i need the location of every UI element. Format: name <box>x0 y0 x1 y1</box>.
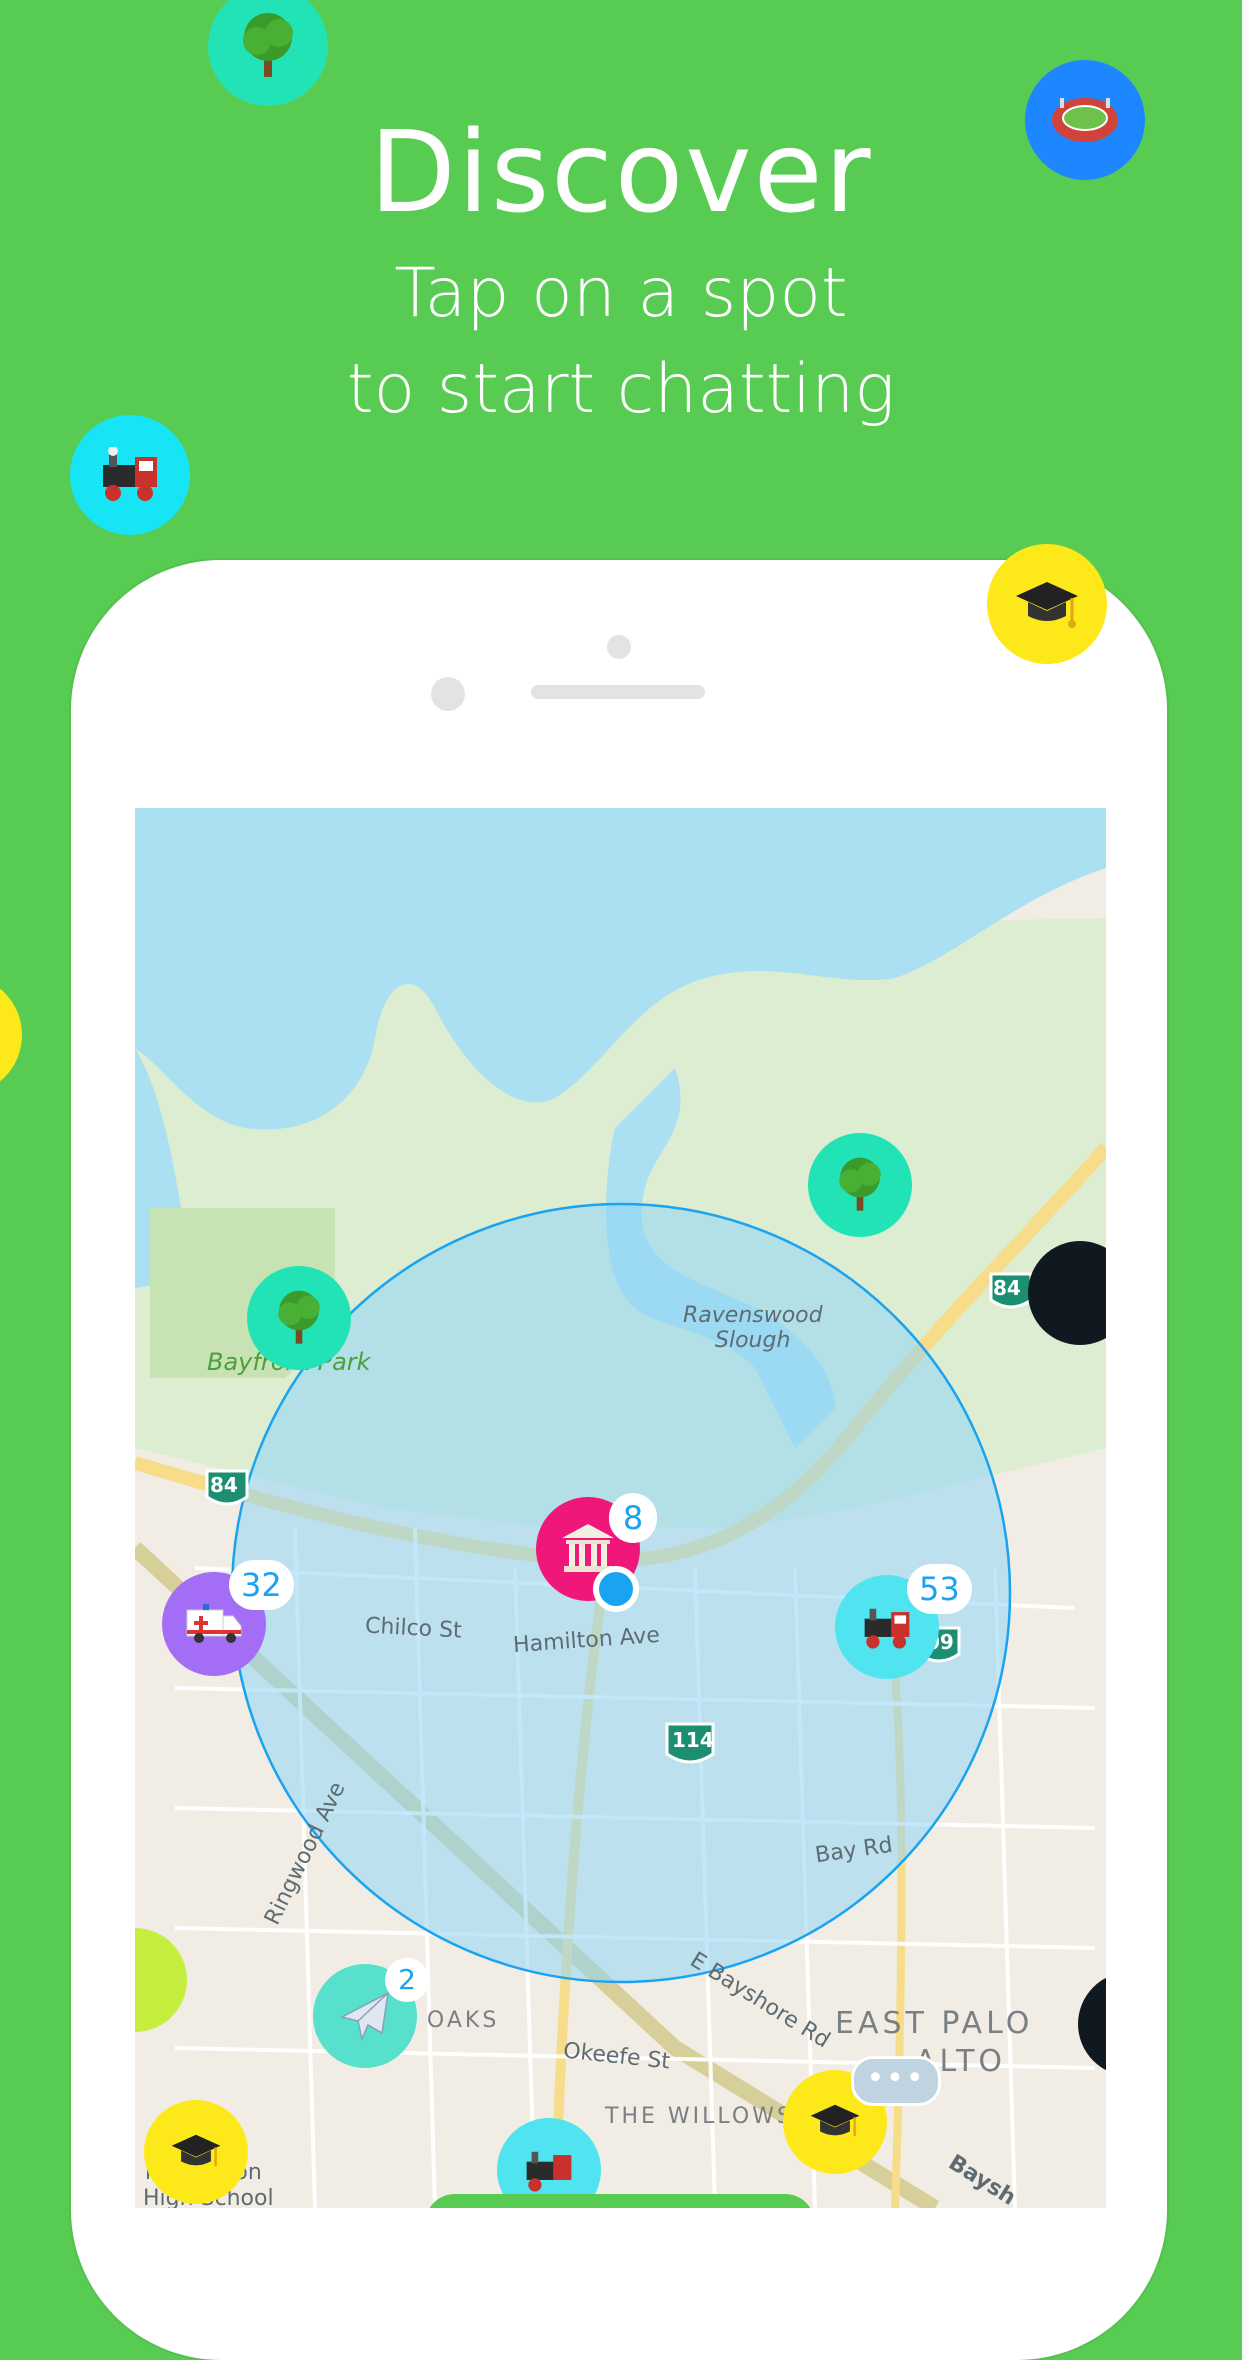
tree-icon <box>839 1157 881 1211</box>
school-spot-map-1[interactable] <box>144 2100 248 2204</box>
stadium-icon <box>1052 98 1118 142</box>
train-icon <box>864 1608 910 1649</box>
train-icon <box>103 447 157 501</box>
label-the-willows: THE WILLOWS <box>605 2104 794 2129</box>
graduation-cap-icon <box>810 2104 860 2137</box>
school-spot-phone-corner[interactable] <box>987 544 1107 664</box>
ambulance-icon <box>186 1604 242 1643</box>
user-location-dot <box>593 1566 639 1612</box>
park-spot-top[interactable] <box>208 0 328 106</box>
graduation-cap-icon <box>1016 582 1078 628</box>
highway-84-right: 84 <box>993 1276 1021 1300</box>
stadium-spot[interactable] <box>1025 60 1145 180</box>
airplane-icon <box>339 1991 389 2042</box>
label-chilco-st: Chilco St <box>364 1613 463 1644</box>
map-view[interactable]: 84 114 84 09 Bayfront Park Ravenswood Sl… <box>135 808 1106 2208</box>
train-spot-count: 53 <box>907 1564 972 1614</box>
subtitle-line-1: Tap on a spot <box>394 254 848 333</box>
park-spot-map-2[interactable] <box>247 1266 351 1370</box>
airport-spot-count: 2 <box>385 1958 429 2002</box>
highway-114: 114 <box>672 1728 714 1752</box>
train-spot-left[interactable] <box>70 415 190 535</box>
train-icon <box>526 2151 572 2192</box>
graduation-cap-icon <box>171 2134 221 2167</box>
museum-spot-count: 8 <box>609 1493 657 1543</box>
typing-indicator-dots: ••• <box>866 2061 926 2096</box>
ambulance-spot-count: 32 <box>229 1560 294 1610</box>
label-slough: Slough <box>715 1328 791 1353</box>
highway-84-left: 84 <box>210 1473 238 1497</box>
phone-camera <box>431 677 465 711</box>
typing-indicator-bubble: ••• <box>851 2056 941 2106</box>
subtitle-line-2: to start chatting <box>346 350 896 429</box>
phone-speaker <box>531 685 705 699</box>
tree-icon <box>278 1290 320 1344</box>
label-east-palo: EAST PALO <box>835 2006 1034 2041</box>
phone-sensor <box>607 635 631 659</box>
park-spot-map-1[interactable] <box>808 1133 912 1237</box>
bottom-action-button[interactable] <box>425 2194 815 2208</box>
school-spot-edge[interactable] <box>0 975 22 1095</box>
label-ravenswood: Ravenswood <box>683 1303 823 1328</box>
page-subtitle: Tap on a spot to start chatting <box>0 246 1242 438</box>
tree-icon <box>243 13 293 77</box>
